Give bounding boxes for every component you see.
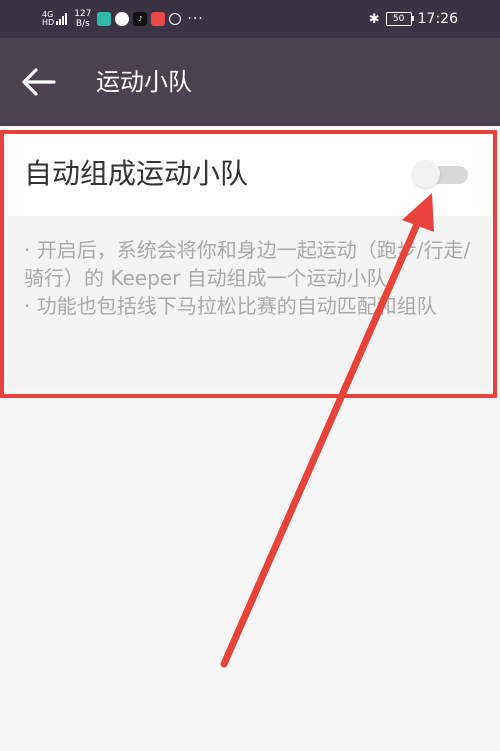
speed-value: 127 <box>74 9 92 19</box>
setting-description: · 开启后，系统会将你和身边一起运动（跑步/行走/骑行）的 Keeper 自动组… <box>24 236 484 320</box>
speed-unit: B/s <box>75 19 90 29</box>
description-line-2: · 功能也包括线下马拉松比赛的自动匹配和组队 <box>24 294 437 318</box>
auto-team-toggle[interactable] <box>412 160 470 188</box>
back-button[interactable] <box>20 64 60 100</box>
back-arrow-icon <box>22 68 56 96</box>
network-sub: HD <box>42 18 55 27</box>
setting-card: 自动组成运动小队 · 开启后，系统会将你和身边一起运动（跑步/行走/骑行）的 K… <box>8 128 492 388</box>
chat-bubble-icon <box>115 12 130 26</box>
battery-icon: 50 <box>385 12 414 26</box>
loading-icon <box>169 13 182 25</box>
notification-app-icon <box>97 12 112 26</box>
app-header: 运动小队 <box>0 38 500 126</box>
status-right: ✱ 50 17:26 <box>369 0 458 38</box>
bluetooth-icon: ✱ <box>368 11 380 27</box>
toggle-knob <box>412 160 440 188</box>
status-bar: 4G HD 127 B/s ♪ ··· ✱ 50 17:26 <box>0 0 500 38</box>
page-title: 运动小队 <box>96 68 192 96</box>
status-left: 4G HD 127 B/s ♪ ··· <box>42 0 204 38</box>
network-speed: 127 B/s <box>74 9 91 29</box>
description-line-1: · 开启后，系统会将你和身边一起运动（跑步/行走/骑行）的 Keeper 自动组… <box>24 238 471 290</box>
status-time: 17:26 <box>417 11 458 27</box>
network-indicator: 4G HD <box>42 11 54 27</box>
tiktok-icon: ♪ <box>133 12 148 26</box>
signal-icon <box>56 13 68 25</box>
battery-level: 50 <box>392 14 405 24</box>
book-icon <box>151 12 166 26</box>
more-notifications-icon: ··· <box>187 11 204 27</box>
setting-title: 自动组成运动小队 <box>24 157 249 190</box>
